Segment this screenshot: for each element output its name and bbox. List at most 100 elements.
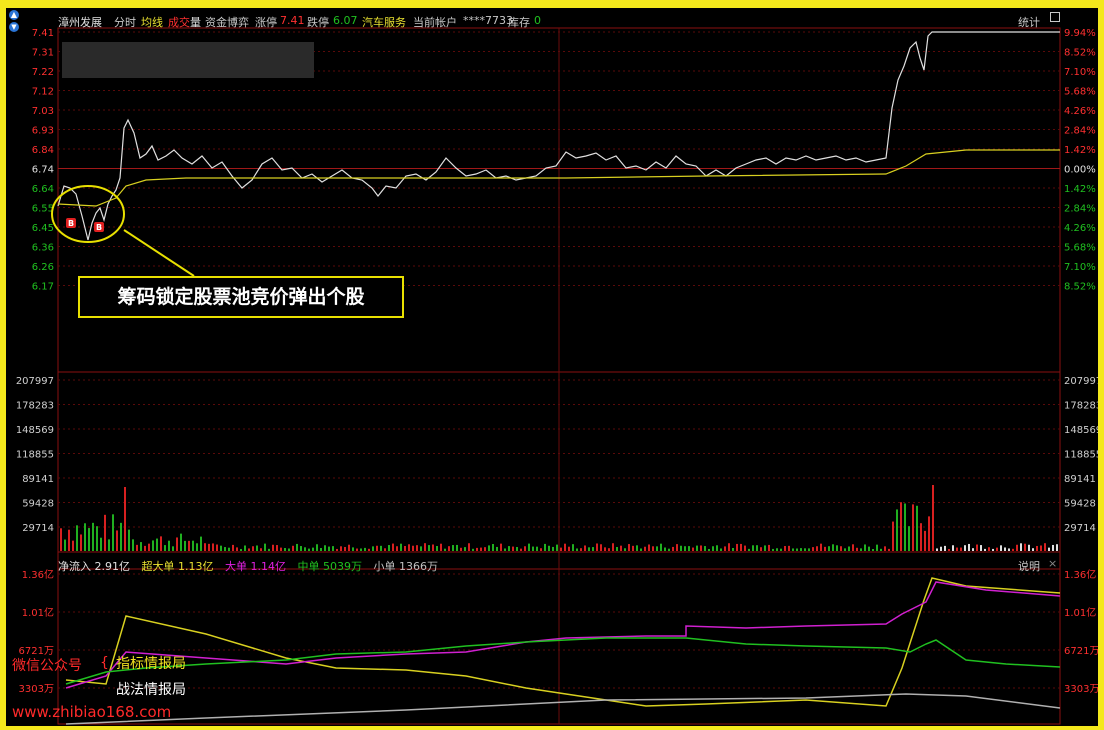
tab-intraday[interactable]: 分时	[114, 14, 136, 30]
volume-bar	[512, 546, 514, 551]
pct-tick-label: 8.52%	[1064, 48, 1096, 59]
window-restore-icon[interactable]	[1050, 12, 1060, 22]
volume-bar	[760, 547, 762, 551]
stock-name[interactable]: 漳州发展	[58, 14, 102, 30]
volume-bar	[208, 543, 210, 551]
volume-bar	[228, 547, 230, 551]
volume-bar	[752, 545, 754, 551]
volume-bar	[912, 504, 914, 551]
volume-bar	[624, 548, 626, 551]
price-tick-label: 7.03	[32, 106, 54, 117]
volume-bar	[532, 546, 534, 551]
volume-bar	[684, 546, 686, 551]
volume-bar	[872, 548, 874, 551]
small-order: 小单 1366万	[373, 560, 439, 573]
volume-bar	[816, 546, 818, 551]
pct-tick-label: 8.52%	[1064, 282, 1096, 293]
volume-bar	[168, 540, 170, 551]
price-tick-label: 6.93	[32, 126, 54, 137]
volume-bar	[776, 548, 778, 551]
volume-bar	[544, 543, 546, 551]
volume-tick-label: 59428	[22, 499, 54, 510]
volume-bar	[196, 543, 198, 551]
volume-bar	[992, 548, 994, 551]
limit-up-value: 7.41	[280, 14, 305, 27]
volume-bar	[408, 544, 410, 551]
volume-bar	[316, 544, 318, 551]
volume-bar	[264, 543, 266, 551]
volume-bar	[148, 543, 150, 551]
volume-bar	[288, 548, 290, 551]
close-icon[interactable]: ×	[1048, 557, 1057, 570]
volume-bar	[600, 544, 602, 551]
volume-bar	[1044, 543, 1046, 551]
volume-bar	[936, 548, 938, 551]
volume-bar	[460, 547, 462, 551]
volume-bar	[964, 545, 966, 551]
volume-bar	[244, 545, 246, 551]
watermark-line3: 战法情报局	[116, 682, 186, 698]
volume-bar	[188, 540, 190, 551]
volume-bar	[932, 485, 934, 551]
avg-line-label: 均线	[141, 16, 163, 29]
volume-bar	[720, 548, 722, 551]
volume-bar	[428, 545, 430, 551]
large-flow-line	[65, 581, 1061, 689]
volume-bar	[328, 546, 330, 551]
pct-tick-label: 2.84%	[1064, 126, 1096, 137]
volume-bar	[304, 547, 306, 551]
stats-button[interactable]: 统计	[1018, 14, 1040, 30]
flow-tick-label-right: 6721万	[1064, 646, 1098, 657]
volume-bar	[112, 514, 114, 551]
volume-bar	[672, 546, 674, 551]
intraday-chart[interactable]: 7.41 9.94%7.31 8.52%7.22 7.10%7.12 5.68%7.03…	[6, 8, 1098, 726]
volume-bar	[980, 545, 982, 551]
brace-icon: {	[100, 655, 109, 671]
volume-bar	[800, 548, 802, 551]
volume-bar	[764, 545, 766, 551]
volume-bar	[1052, 544, 1054, 551]
volume-bar	[256, 545, 258, 551]
volume-bar	[832, 544, 834, 551]
volume-bar	[956, 547, 958, 551]
volume-bar	[876, 544, 878, 551]
caret-down-icon[interactable]: ▼	[9, 22, 19, 32]
volume-bar	[160, 536, 162, 551]
volume-bar	[236, 547, 238, 551]
volume-bar	[240, 548, 242, 551]
volume-bar	[1032, 548, 1034, 551]
volume-bar	[276, 545, 278, 551]
volume-bar	[656, 546, 658, 551]
volume-bar	[200, 536, 202, 551]
volume-bar	[588, 547, 590, 551]
volume-bar	[556, 544, 558, 551]
pct-tick-label: 1.42%	[1064, 184, 1096, 195]
volume-bar	[700, 545, 702, 551]
super-large-order: 超大单 1.13亿	[141, 560, 214, 573]
volume-label-2: 量	[190, 16, 201, 29]
volume-tick-label-right: 207997	[1064, 376, 1098, 387]
volume-bar	[892, 521, 894, 551]
volume-bar	[976, 544, 978, 551]
volume-bar	[312, 547, 314, 551]
volume-bar	[128, 529, 130, 551]
chart-frame: 7.41 9.94% 7.31 8.52% 7.22 7.10% 7.12 5.68% 7.03…	[6, 8, 1098, 726]
volume-bar	[708, 548, 710, 551]
pct-tick-label: 1.42%	[1064, 145, 1096, 156]
help-button[interactable]: 说明	[1018, 558, 1040, 574]
volume-bar	[356, 548, 358, 551]
flow-tick-label: 3303万	[19, 684, 54, 695]
volume-bar	[136, 544, 138, 551]
redacted-block	[62, 42, 314, 78]
price-tick-label: 6.74	[32, 165, 54, 176]
volume-bar	[272, 544, 274, 551]
caret-up-icon[interactable]: ▲	[9, 10, 19, 20]
sector-label[interactable]: 汽车服务	[362, 14, 406, 30]
volume-bar	[516, 547, 518, 551]
volume-bar	[860, 548, 862, 551]
fund-game-label[interactable]: 资金博弈	[205, 14, 249, 30]
volume-tick-label: 207997	[16, 376, 54, 387]
volume-bar	[716, 545, 718, 551]
volume-bar	[772, 548, 774, 551]
volume-bar	[1000, 545, 1002, 551]
